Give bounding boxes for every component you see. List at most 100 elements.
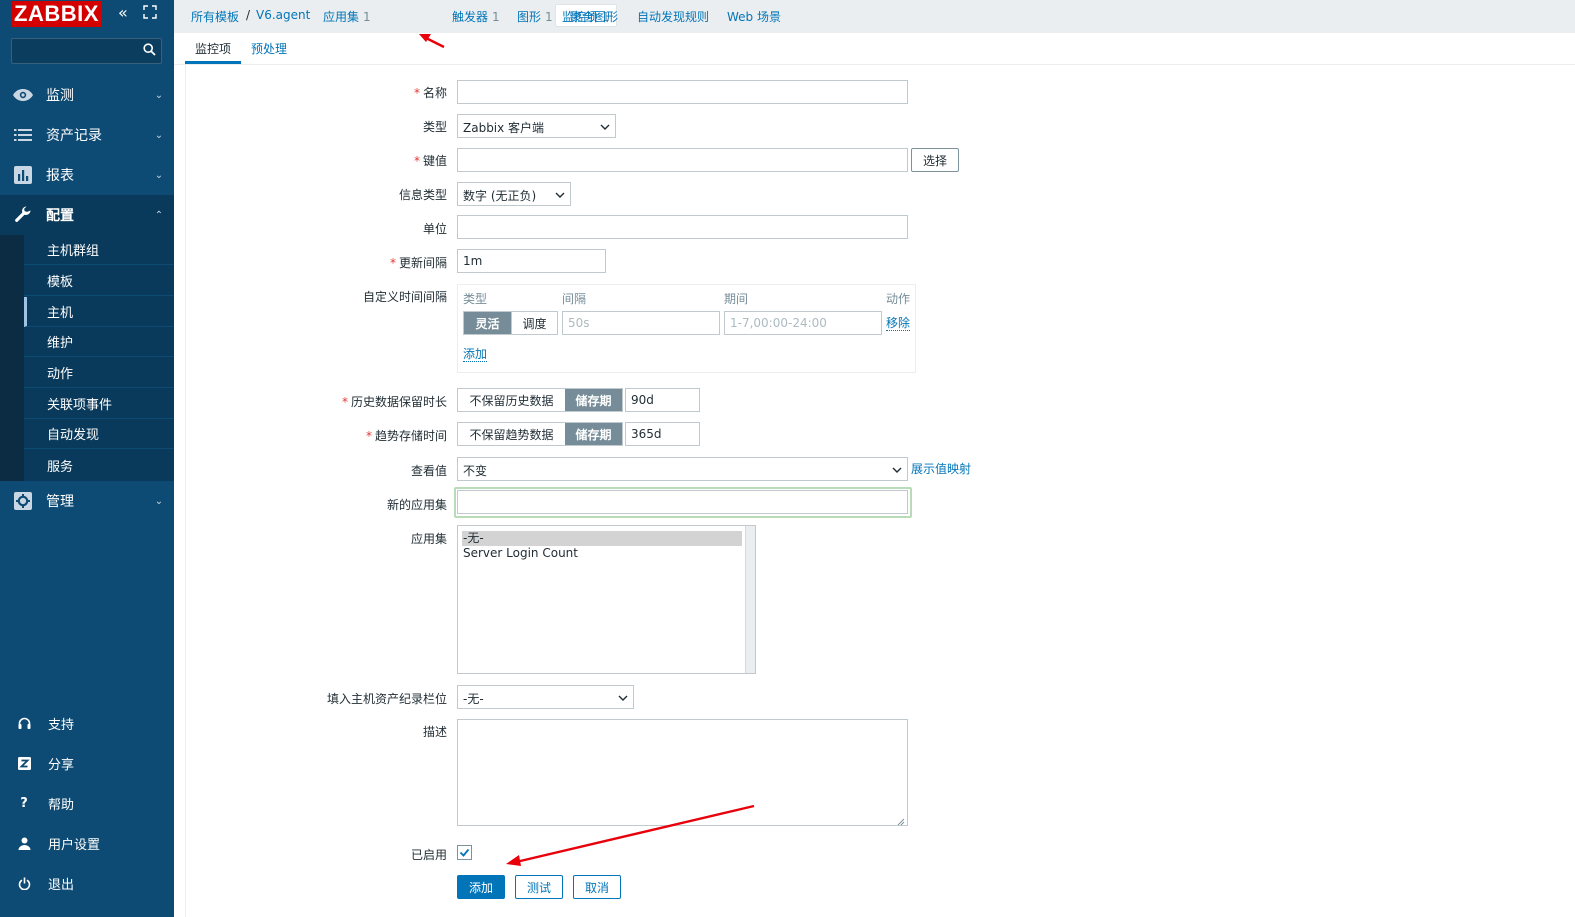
content-divider (185, 64, 186, 917)
zabbix-logo[interactable]: ZABBIX (11, 1, 102, 27)
headset-icon (0, 717, 48, 730)
crumb-triggers[interactable]: 触发器 1 (452, 8, 500, 25)
submenu-templates[interactable]: 模板 (24, 266, 174, 296)
enabled-checkbox[interactable] (457, 845, 472, 860)
chevron-down-icon (892, 464, 902, 474)
new-application-input[interactable] (457, 490, 908, 514)
footer-support[interactable]: 支持 (0, 708, 174, 738)
cancel-button[interactable]: 取消 (573, 875, 621, 899)
update-interval-label-text: 更新间隔 (398, 256, 447, 270)
menu-reports-label: 报表 (46, 168, 74, 184)
application-option[interactable]: -无- (462, 531, 742, 546)
info-type-label: 信息类型 (398, 188, 447, 202)
listbox-scrollbar[interactable] (745, 526, 755, 673)
sidebar-search-input[interactable] (11, 38, 162, 64)
submenu-services[interactable]: 服务 (24, 450, 174, 480)
tab-divider (174, 64, 1575, 65)
resize-grip-icon[interactable] (897, 815, 905, 826)
custom-intervals-table: 类型 间隔 期间 动作 灵活 调度 50s 1-7,00:00-24:00 移除… (457, 284, 916, 373)
units-label: 单位 (422, 222, 447, 236)
applications-listbox[interactable]: -无- Server Login Count (457, 525, 756, 674)
checkmark-icon (459, 848, 470, 857)
add-button[interactable]: 添加 (457, 875, 505, 899)
menu-administration[interactable]: 管理 ⌄ (0, 481, 174, 521)
breadcrumb: 所有模板 / V6.agent 应用集 1 监控项 1 触发器 1 图形 1 聚合图形 … (174, 0, 1575, 33)
crumb-graphs[interactable]: 图形 1 (517, 8, 553, 25)
submenu-host-groups[interactable]: 主机群组 (24, 235, 174, 265)
kiosk-mode-icon[interactable] (143, 5, 157, 23)
crumb-template[interactable]: V6.agent (256, 8, 310, 22)
tab-preprocessing[interactable]: 预处理 (251, 40, 287, 57)
menu-reports[interactable]: 报表 ⌄ (0, 155, 174, 195)
submenu-event-correlation[interactable]: 关联项事件 (24, 389, 174, 419)
submenu-maintenance[interactable]: 维护 (24, 327, 174, 357)
update-interval-input[interactable]: 1m (457, 249, 606, 273)
history-mode-toggle: 不保留历史数据 储存期 (457, 388, 623, 412)
gear-icon (0, 492, 46, 510)
footer-sign-out-label: 退出 (48, 877, 75, 893)
description-textarea[interactable] (457, 719, 908, 826)
period-input[interactable]: 1-7,00:00-24:00 (724, 311, 882, 335)
trends-no-keep-option[interactable]: 不保留趋势数据 (458, 423, 565, 445)
crumb-separator: / (246, 8, 251, 22)
menu-configuration[interactable]: 配置 ⌃ (0, 195, 174, 235)
custom-intervals-label: 自定义时间间隔 (362, 290, 447, 304)
col-interval-header: 间隔 (562, 292, 587, 306)
wrench-icon (0, 206, 46, 224)
new-application-label: 新的应用集 (386, 498, 447, 512)
description-label: 描述 (422, 725, 447, 739)
trends-input[interactable]: 365d (625, 422, 700, 446)
power-icon (0, 877, 48, 890)
history-label-text: 历史数据保留时长 (350, 395, 447, 409)
interval-input[interactable]: 50s (562, 311, 720, 335)
crumb-all-templates[interactable]: 所有模板 (191, 8, 239, 25)
submenu-actions[interactable]: 动作 (24, 358, 174, 388)
info-type-select-value: 数字 (无正负) (463, 189, 537, 203)
flexible-option[interactable]: 灵活 (464, 312, 511, 334)
show-value-select[interactable]: 不变 (457, 457, 908, 481)
arrow-to-items-tab (419, 34, 445, 49)
tab-items[interactable]: 监控项 (195, 40, 231, 57)
add-interval-link[interactable]: 添加 (463, 347, 488, 362)
units-input[interactable] (457, 215, 908, 239)
crumb-triggers-count: 1 (492, 10, 500, 24)
search-icon[interactable] (143, 43, 156, 56)
menu-inventory[interactable]: 资产记录 ⌄ (0, 115, 174, 155)
footer-share[interactable]: 分享 (0, 748, 174, 778)
crumb-discovery-rules[interactable]: 自动发现规则 (637, 8, 709, 25)
crumb-applications[interactable]: 应用集 1 (323, 8, 371, 25)
trends-storage-option[interactable]: 储存期 (565, 423, 622, 445)
name-label-text: 名称 (422, 86, 447, 100)
remove-interval-link[interactable]: 移除 (886, 316, 911, 331)
eye-icon (0, 88, 46, 102)
crumb-web-scenarios[interactable]: Web 场景 (727, 8, 781, 25)
info-type-select[interactable]: 数字 (无正负) (457, 182, 571, 206)
col-action-header: 动作 (886, 292, 911, 306)
history-no-keep-option[interactable]: 不保留历史数据 (458, 389, 565, 411)
submenu-discovery[interactable]: 自动发现 (24, 419, 174, 449)
footer-sign-out[interactable]: 退出 (0, 868, 174, 898)
inventory-select[interactable]: -无- (457, 685, 634, 709)
col-type-header: 类型 (463, 292, 488, 306)
history-storage-option[interactable]: 储存期 (565, 389, 622, 411)
footer-help[interactable]: ? 帮助 (0, 788, 174, 818)
footer-user-settings[interactable]: 用户设置 (0, 828, 174, 858)
collapse-sidebar-icon[interactable]: « (118, 4, 128, 22)
submenu-hosts[interactable]: 主机 (24, 297, 174, 327)
footer-support-label: 支持 (48, 717, 75, 733)
application-option[interactable]: Server Login Count (462, 546, 742, 561)
show-value-label: 查看值 (410, 464, 447, 478)
name-input[interactable] (457, 80, 908, 104)
menu-monitoring[interactable]: 监测 ⌄ (0, 75, 174, 115)
history-input[interactable]: 90d (625, 388, 700, 412)
test-button[interactable]: 测试 (515, 875, 563, 899)
crumb-graphs-label: 图形 (517, 10, 542, 24)
type-select[interactable]: Zabbix 客户端 (457, 114, 616, 138)
key-input[interactable] (457, 148, 908, 172)
inventory-select-value: -无- (463, 692, 484, 706)
value-mapping-link[interactable]: 展示值映射 (911, 462, 971, 476)
scheduling-option[interactable]: 调度 (511, 312, 557, 334)
key-select-button[interactable]: 选择 (911, 148, 959, 172)
crumb-screens[interactable]: 聚合图形 (570, 8, 618, 25)
update-interval-label: * 更新间隔 (389, 256, 447, 270)
